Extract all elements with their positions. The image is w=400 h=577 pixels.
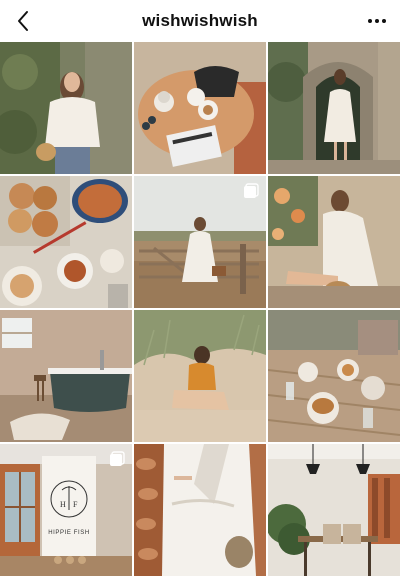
bathtub-room-image	[0, 310, 132, 442]
restaurant-interior-image	[268, 444, 400, 576]
multiple-photos-icon	[244, 183, 259, 198]
post-thumbnail[interactable]	[268, 42, 400, 174]
post-thumbnail[interactable]	[134, 42, 266, 174]
wrap-dress-image	[134, 444, 266, 576]
svg-text:H: H	[60, 500, 66, 509]
back-button[interactable]	[8, 6, 38, 36]
post-thumbnail[interactable]	[0, 310, 132, 442]
more-options-button[interactable]	[362, 6, 392, 36]
garden-portrait-image	[0, 42, 132, 174]
post-thumbnail[interactable]	[134, 176, 266, 308]
post-thumbnail[interactable]	[0, 176, 132, 308]
rustic-table-food-image	[268, 310, 400, 442]
sign-text: HIPPIE FISH	[48, 530, 90, 536]
post-thumbnail[interactable]: H F HIPPIE FISH	[0, 444, 132, 576]
cafe-table-image	[134, 42, 266, 174]
chevron-left-icon	[18, 11, 28, 31]
pastries-flatlay-image	[0, 176, 132, 308]
post-thumbnail[interactable]	[268, 176, 400, 308]
stone-archway-image	[268, 42, 400, 174]
posts-grid: H F HIPPIE FISH	[0, 42, 400, 576]
post-thumbnail[interactable]	[268, 310, 400, 442]
profile-header: wishwishwish	[0, 0, 400, 42]
post-thumbnail[interactable]	[0, 42, 132, 174]
post-thumbnail[interactable]	[268, 444, 400, 576]
sand-dunes-image	[134, 310, 266, 442]
profile-username: wishwishwish	[142, 11, 258, 30]
multiple-photos-icon	[110, 451, 125, 466]
post-thumbnail[interactable]	[134, 444, 266, 576]
svg-text:F: F	[73, 500, 78, 509]
more-horizontal-icon	[368, 19, 386, 23]
post-thumbnail[interactable]	[134, 310, 266, 442]
sitting-basket-image	[268, 176, 400, 308]
